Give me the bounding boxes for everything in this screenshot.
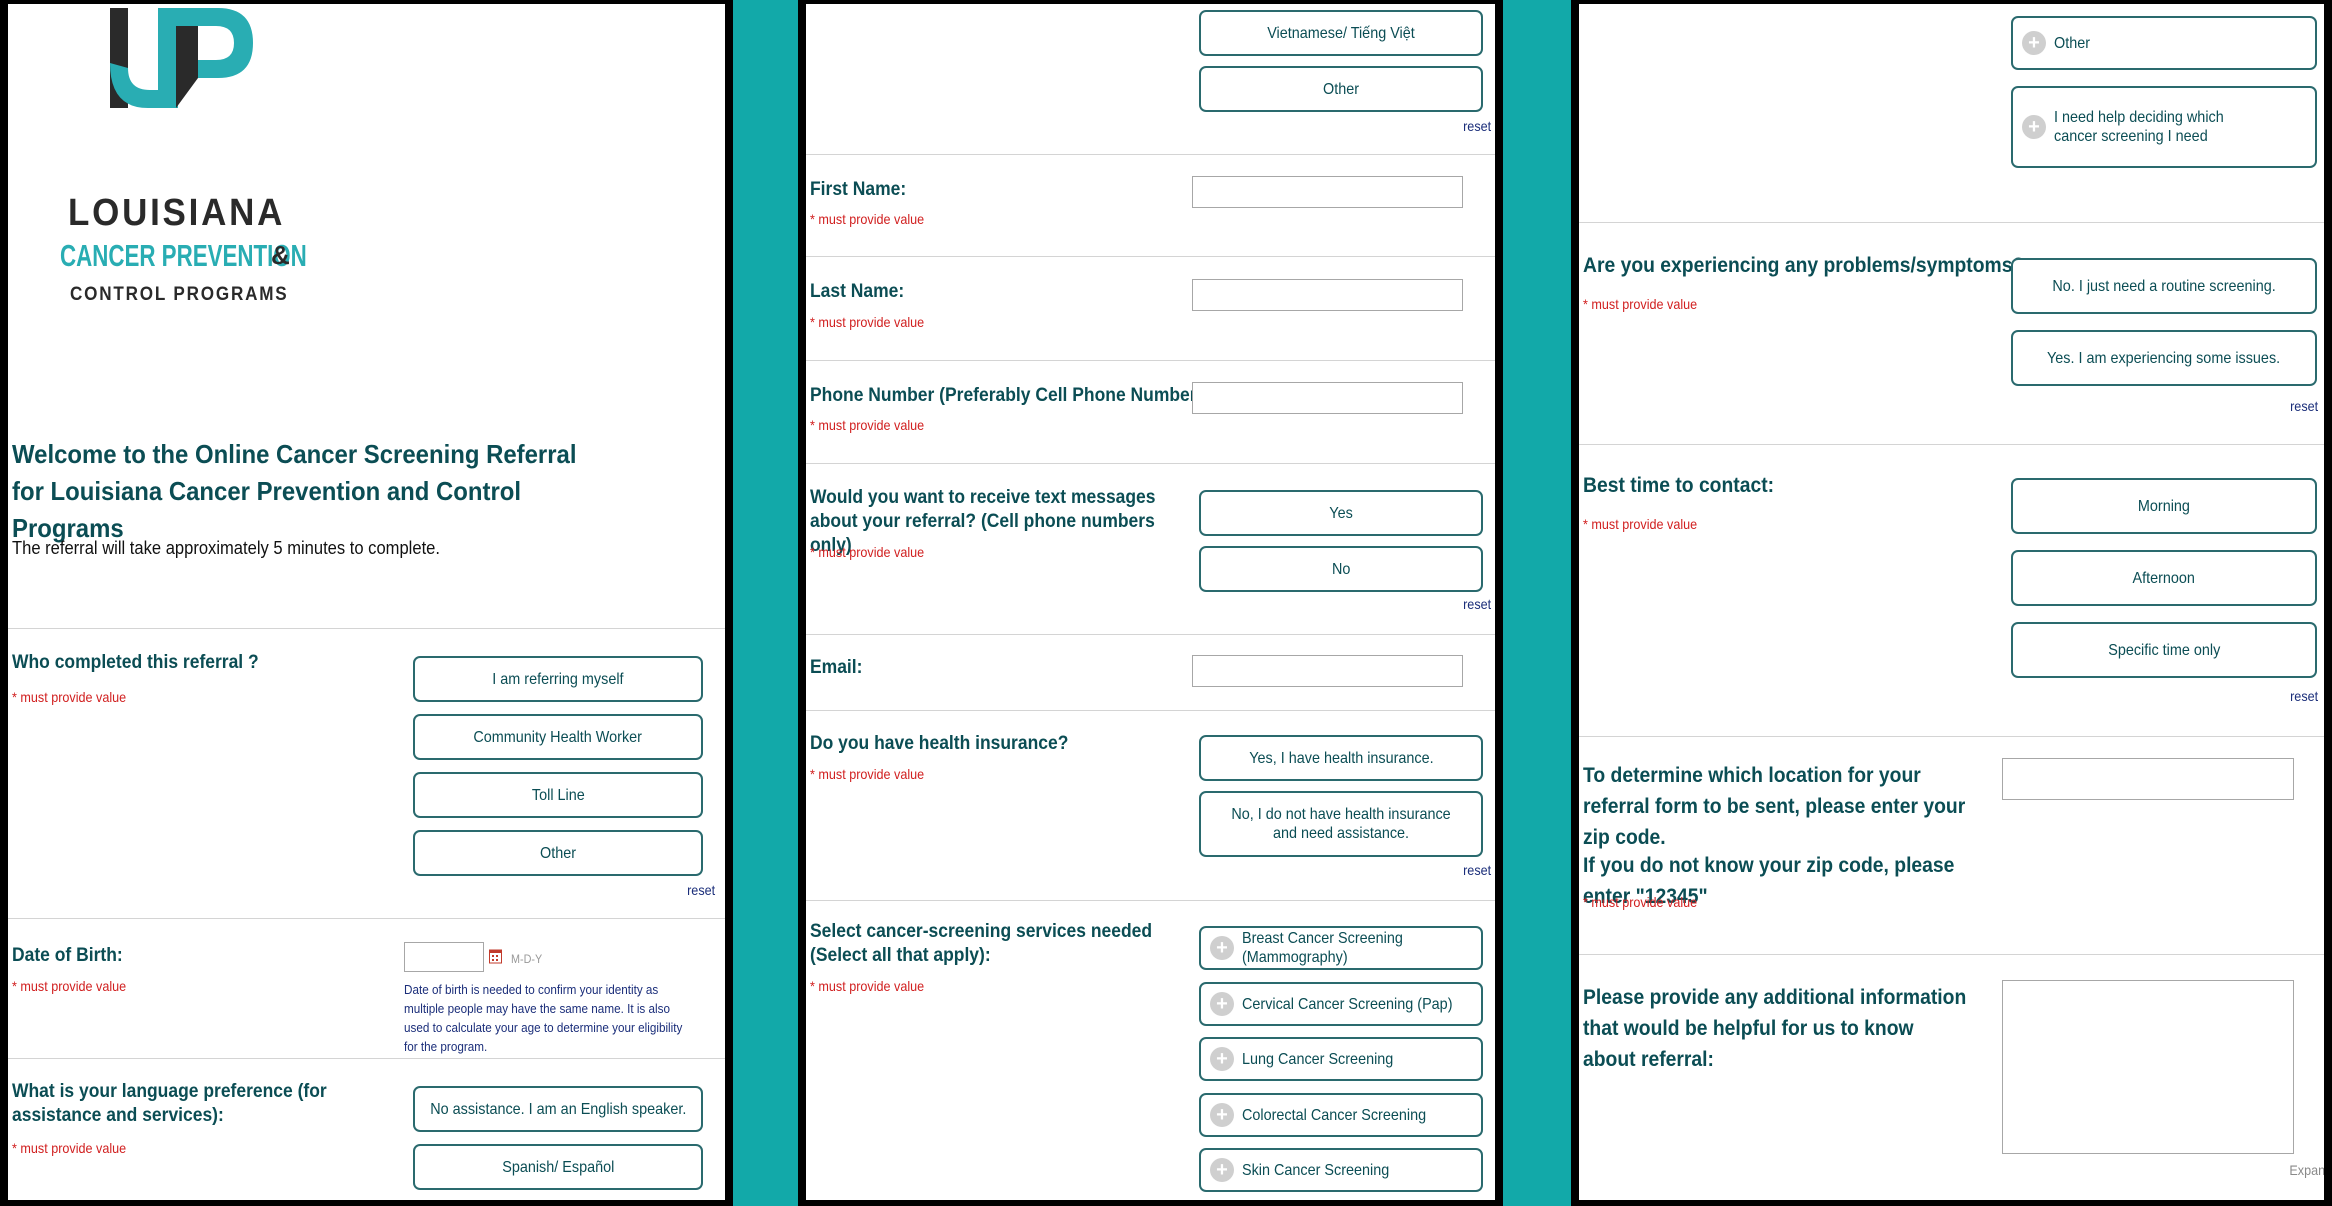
required-note: * must provide value — [1583, 296, 1698, 312]
section-divider — [806, 634, 1495, 635]
plus-icon: + — [1210, 1103, 1234, 1127]
who-completed-label: Who completed this referral ? — [12, 652, 259, 673]
services-label: Select cancer-screening services needed … — [810, 921, 1153, 966]
form-panel-1: LOUISIANA CANCER PREVENTION & CONTROL PR… — [0, 0, 733, 1206]
plus-icon: + — [1210, 992, 1234, 1016]
section-divider — [8, 918, 725, 919]
contact-time-label: Best time to contact: — [1583, 474, 1775, 497]
logo-line-control-programs: CONTROL PROGRAMS — [70, 284, 289, 305]
required-note: * must provide value — [12, 689, 127, 705]
language-label: What is your language preference (for as… — [12, 1081, 327, 1126]
option-no-insurance[interactable]: No, I do not have health insurance and n… — [1199, 791, 1483, 857]
section-divider — [806, 360, 1495, 361]
required-note: * must provide value — [12, 1140, 127, 1156]
checkbox-skin-cancer[interactable]: + Skin Cancer Screening — [1199, 1148, 1483, 1192]
option-vietnamese[interactable]: Vietnamese/ Tiếng Việt — [1199, 10, 1483, 56]
reset-link[interactable]: reset — [2290, 398, 2318, 414]
required-note: * must provide value — [810, 766, 925, 782]
option-english[interactable]: No assistance. I am an English speaker. — [413, 1086, 703, 1132]
email-input[interactable] — [1192, 655, 1463, 687]
section-divider — [8, 1058, 725, 1059]
form-panel-3: + Other + I need help deciding which cance… — [1571, 0, 2332, 1206]
lcp-logo-mark — [110, 8, 253, 108]
section-divider — [806, 900, 1495, 901]
option-afternoon[interactable]: Afternoon — [2011, 550, 2317, 606]
additional-info-label: Please provide any additional informatio… — [1583, 986, 1967, 1071]
reset-link[interactable]: reset — [1463, 118, 1491, 134]
email-label: Email: — [810, 657, 863, 678]
section-divider — [806, 710, 1495, 711]
zip-label: To determine which location for your ref… — [1583, 764, 1966, 849]
option-specific-time[interactable]: Specific time only — [2011, 622, 2317, 678]
checkbox-cervical-cancer[interactable]: + Cervical Cancer Screening (Pap) — [1199, 982, 1483, 1026]
dob-label: Date of Birth: — [12, 945, 123, 966]
required-note: * must provide value — [810, 314, 925, 330]
zip-input[interactable] — [2002, 758, 2294, 800]
required-note: * must provide value — [810, 417, 925, 433]
last-name-label: Last Name: — [810, 281, 905, 302]
checkbox-colorectal-cancer[interactable]: + Colorectal Cancer Screening — [1199, 1093, 1483, 1137]
checkbox-lung-cancer[interactable]: + Lung Cancer Screening — [1199, 1037, 1483, 1081]
option-language-other[interactable]: Other — [1199, 66, 1483, 112]
option-spanish[interactable]: Spanish/ Español — [413, 1144, 703, 1190]
intro-subtitle: The referral will take approximately 5 m… — [12, 538, 440, 558]
symptoms-label: Are you experiencing any problems/sympto… — [1583, 254, 2025, 277]
option-texts-no[interactable]: No — [1199, 546, 1483, 592]
lcp-logo: LOUISIANA CANCER PREVENTION & CONTROL PR… — [38, 8, 307, 308]
option-routine-screening[interactable]: No. I just need a routine screening. — [2011, 258, 2317, 314]
option-other[interactable]: Other — [413, 830, 703, 876]
option-texts-yes[interactable]: Yes — [1199, 490, 1483, 536]
required-note: * must provide value — [1583, 894, 1698, 910]
expand-link[interactable]: Expand — [2289, 1162, 2324, 1178]
checkbox-breast-cancer[interactable]: + Breast Cancer Screening (Mammography) — [1199, 926, 1483, 970]
required-note: * must provide value — [810, 978, 925, 994]
insurance-label: Do you have health insurance? — [810, 733, 1069, 754]
section-divider — [806, 154, 1495, 155]
section-divider — [1579, 222, 2324, 223]
section-divider — [1579, 736, 2324, 737]
plus-icon: + — [2022, 115, 2046, 139]
first-name-label: First Name: — [810, 179, 907, 200]
required-note: * must provide value — [1583, 516, 1698, 532]
option-has-insurance[interactable]: Yes, I have health insurance. — [1199, 735, 1483, 781]
plus-icon: + — [1210, 1047, 1234, 1071]
logo-line-cancer-prevention: CANCER PREVENTION — [60, 238, 307, 273]
option-toll-line[interactable]: Toll Line — [413, 772, 703, 818]
dob-format-hint: M-D-Y — [511, 952, 543, 966]
logo-ampersand: & — [271, 240, 290, 270]
required-note: * must provide value — [810, 544, 925, 560]
last-name-input[interactable] — [1192, 279, 1463, 311]
page-title: Welcome to the Online Cancer Screening R… — [12, 439, 577, 543]
calendar-icon[interactable] — [489, 948, 502, 964]
logo-line-louisiana: LOUISIANA — [68, 192, 286, 234]
phone-label: Phone Number (Preferably Cell Phone Numb… — [810, 385, 1209, 406]
section-divider — [1579, 444, 2324, 445]
form-panel-2: Vietnamese/ Tiếng Việt Other reset First… — [798, 0, 1503, 1206]
section-divider — [1579, 954, 2324, 955]
option-experiencing-issues[interactable]: Yes. I am experiencing some issues. — [2011, 330, 2317, 386]
section-divider — [8, 628, 725, 629]
reset-link[interactable]: reset — [1463, 596, 1491, 612]
option-morning[interactable]: Morning — [2011, 478, 2317, 534]
checkbox-need-help-deciding[interactable]: + I need help deciding which cancer scree… — [2011, 86, 2317, 168]
dob-input[interactable] — [404, 942, 484, 972]
dob-note: Date of birth is needed to confirm your … — [404, 982, 683, 1054]
section-divider — [806, 463, 1495, 464]
section-divider — [806, 256, 1495, 257]
first-name-input[interactable] — [1192, 176, 1463, 208]
plus-icon: + — [1210, 1158, 1234, 1182]
required-note: * must provide value — [810, 211, 925, 227]
option-referring-myself[interactable]: I am referring myself — [413, 656, 703, 702]
option-community-health-worker[interactable]: Community Health Worker — [413, 714, 703, 760]
reset-link[interactable]: reset — [1463, 862, 1491, 878]
plus-icon: + — [2022, 31, 2046, 55]
reset-link[interactable]: reset — [2290, 688, 2318, 704]
plus-icon: + — [1210, 936, 1234, 960]
checkbox-service-other[interactable]: + Other — [2011, 16, 2317, 70]
additional-info-textarea[interactable] — [2002, 980, 2294, 1154]
phone-input[interactable] — [1192, 382, 1463, 414]
reset-link[interactable]: reset — [687, 882, 715, 898]
required-note: * must provide value — [12, 978, 127, 994]
